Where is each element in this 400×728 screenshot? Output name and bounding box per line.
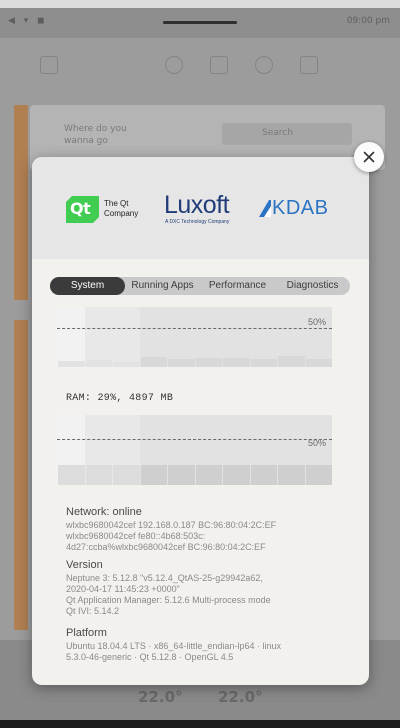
chart-bar bbox=[140, 464, 167, 485]
toolbar-icon bbox=[210, 56, 228, 74]
chart-bar bbox=[195, 358, 222, 367]
chart-bar bbox=[85, 359, 112, 367]
chart-column-bg bbox=[112, 307, 140, 367]
chart-bar bbox=[223, 358, 250, 367]
chart-column-bg bbox=[304, 307, 332, 367]
chart-bar bbox=[195, 464, 222, 485]
version-heading: Version bbox=[66, 559, 103, 571]
search-field: Search bbox=[222, 123, 352, 145]
version-details: Neptune 3: 5.12.8 "v5.12.4_QtAS-25-g2994… bbox=[66, 573, 271, 616]
close-button[interactable] bbox=[354, 142, 384, 172]
chart-column-bg bbox=[249, 307, 277, 367]
ram-label: RAM: 29%, 4897 MB bbox=[66, 393, 174, 404]
chart-bar bbox=[113, 464, 140, 485]
tab-running-apps[interactable]: Running Apps bbox=[125, 277, 200, 295]
platform-heading: Platform bbox=[66, 627, 107, 639]
cpu-chart: 50% bbox=[57, 307, 332, 367]
network-heading: Network: online bbox=[66, 506, 142, 518]
tab-diagnostics[interactable]: Diagnostics bbox=[275, 277, 350, 295]
kdab-logo: KDAB bbox=[259, 197, 337, 220]
accent-strip bbox=[14, 320, 28, 630]
chart-column-bg bbox=[167, 307, 195, 367]
qt-company-logo: Qt The Qt Company bbox=[66, 196, 142, 224]
bottom-bar bbox=[0, 720, 400, 728]
threshold-line bbox=[57, 328, 332, 329]
status-clock: 09:00 pm bbox=[346, 16, 390, 26]
qt-company-line1: The Qt bbox=[104, 199, 129, 208]
network-details: wlxbc9680042cef 192.168.0.187 BC:96:80:0… bbox=[66, 520, 277, 552]
kdab-wordmark: KDAB bbox=[272, 197, 329, 219]
qt-badge: Qt bbox=[66, 196, 99, 223]
chart-bar bbox=[250, 464, 277, 485]
chart-bar bbox=[168, 359, 195, 367]
drag-handle bbox=[163, 21, 237, 24]
chart-bar bbox=[305, 359, 332, 367]
luxoft-subtitle: A DXC Technology Company bbox=[165, 219, 230, 225]
chart-column-bg bbox=[57, 307, 85, 367]
menu-icon bbox=[40, 56, 58, 74]
qt-badge-text: Qt bbox=[70, 199, 91, 218]
toolbar-icon bbox=[300, 56, 318, 74]
qt-company-line2: Company bbox=[104, 209, 139, 218]
platform-details: Ubuntu 18.04.4 LTS · x86_64-little_endia… bbox=[66, 641, 281, 662]
close-icon bbox=[363, 151, 375, 163]
accent-strip bbox=[14, 105, 28, 300]
threshold-line bbox=[57, 439, 332, 440]
top-strip bbox=[0, 0, 400, 8]
tab-performance[interactable]: Performance bbox=[200, 277, 275, 295]
toolbar-icon bbox=[255, 56, 273, 74]
temperature-right: 22.0° bbox=[218, 688, 263, 706]
card-text: Where do you wanna go bbox=[64, 124, 127, 146]
toolbar-icon bbox=[165, 56, 183, 74]
chart-bar bbox=[140, 356, 167, 367]
chart-bar bbox=[113, 362, 140, 367]
chart-bar bbox=[85, 464, 112, 485]
chart-bar bbox=[305, 464, 332, 485]
chart-column-bg bbox=[84, 307, 112, 367]
chart-bar bbox=[168, 464, 195, 485]
chart-bar bbox=[250, 359, 277, 367]
chart-bar bbox=[278, 464, 305, 485]
cpu-threshold-label: 50% bbox=[307, 317, 326, 327]
logo-area: Qt The Qt Company Luxoft A DXC Technolog… bbox=[32, 157, 369, 259]
ram-threshold-label: 50% bbox=[307, 438, 326, 448]
about-dialog: Qt The Qt Company Luxoft A DXC Technolog… bbox=[32, 157, 369, 685]
chart-bar bbox=[58, 361, 85, 367]
temperature-left: 22.0° bbox=[138, 688, 183, 706]
tab-system[interactable]: System bbox=[50, 277, 125, 295]
ram-chart: 50% bbox=[57, 415, 332, 485]
search-label: Search bbox=[262, 128, 293, 138]
chart-bar bbox=[278, 355, 305, 367]
luxoft-logo: Luxoft A DXC Technology Company bbox=[164, 191, 240, 225]
chart-bar bbox=[223, 464, 250, 485]
chart-bar bbox=[58, 464, 85, 485]
luxoft-wordmark: Luxoft bbox=[164, 191, 230, 219]
tab-bar: System Running Apps Performance Diagnost… bbox=[50, 277, 350, 295]
qt-company-name: The Qt Company bbox=[104, 199, 138, 219]
status-icons: ◀ ▾ ◼ bbox=[8, 16, 48, 26]
